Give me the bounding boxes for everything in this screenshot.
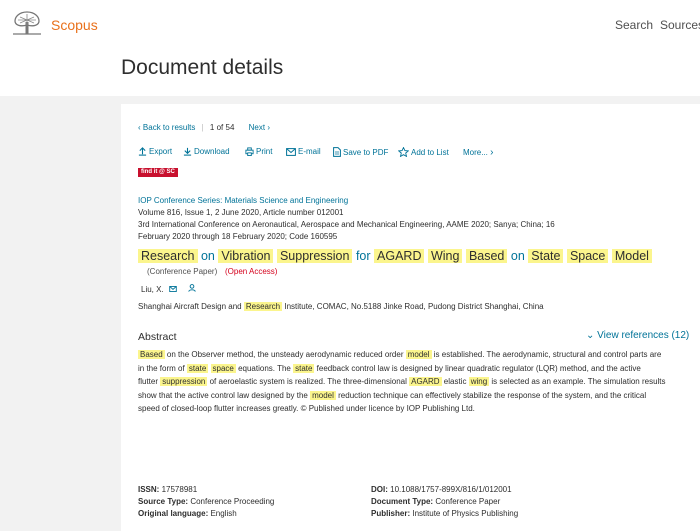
title-word: Based — [465, 249, 508, 263]
abstract-line: Based on the Observer method, the unstea… — [138, 348, 688, 362]
abstract-text-segment: in the form of — [138, 363, 187, 373]
title-word: Research — [138, 249, 198, 263]
abstract-text-segment: elastic — [441, 377, 469, 386]
abstract-text-segment: show that the active control law designe… — [138, 390, 311, 400]
open-access-badge[interactable]: (Open Access) — [225, 267, 277, 276]
source-type-field: Source Type: Conference Proceeding — [138, 497, 275, 506]
abstract-heading: Abstract — [138, 331, 177, 343]
document-type-badge: (Conference Paper) — [147, 267, 218, 276]
abstract-text-segment: flutter — [138, 377, 161, 386]
mail-icon — [286, 148, 296, 156]
abstract-line: flutter suppression of aeroelastic syste… — [138, 375, 688, 389]
result-navigation: ‹ Back to results | 1 of 54 Next › — [138, 123, 270, 132]
current-result: 1 — [209, 123, 215, 132]
abstract-text-segment: reduction technique can effectively stab… — [335, 390, 647, 400]
highlighted-term: model — [310, 390, 336, 400]
highlighted-term: AGARD — [409, 377, 442, 386]
abstract-text-segment: feedback control law is designed by line… — [314, 363, 641, 373]
abstract-text-segment: on the Observer method, the unsteady aer… — [164, 350, 406, 359]
document-card: ‹ Back to results | 1 of 54 Next › Expor… — [121, 104, 700, 470]
abstract-line: in the form of state space equations. Th… — [138, 362, 688, 376]
title-word: for — [355, 249, 371, 263]
add-to-list-button[interactable]: Add to List — [397, 146, 449, 158]
chevron-down-icon: ⌄ — [586, 330, 595, 341]
abstract-text-segment: is selected as an example. The simulatio… — [489, 377, 666, 386]
print-button[interactable]: Print — [245, 147, 272, 156]
title-word: Space — [566, 249, 609, 263]
highlighted-term: wing — [468, 377, 490, 386]
volume-info: Volume 816, Issue 1, 2 June 2020, Articl… — [138, 208, 344, 217]
issn-field: ISSN: 17578981 — [138, 485, 198, 494]
chevron-right-icon: › — [267, 123, 271, 132]
journal-link[interactable]: IOP Conference Series: Materials Science… — [138, 196, 348, 205]
language-field: Original language: English — [138, 509, 237, 518]
conference-info-line1: 3rd International Conference on Aeronaut… — [138, 220, 555, 229]
author-row: Liu, X. — [141, 284, 196, 294]
email-button[interactable]: E-mail — [286, 147, 321, 156]
next-result-link[interactable]: Next › — [249, 123, 270, 132]
title-word: on — [510, 249, 525, 263]
publisher-field: Publisher: Institute of Physics Publishi… — [371, 509, 519, 518]
abstract-line: speed of closed-loop flutter increases g… — [138, 402, 688, 416]
mail-icon[interactable] — [169, 286, 177, 293]
highlighted-term: model — [405, 350, 432, 359]
user-icon[interactable] — [188, 284, 196, 292]
find-it-button[interactable]: find it @ SC — [138, 168, 178, 177]
print-icon — [245, 147, 254, 156]
back-to-results-link[interactable]: ‹ Back to results — [138, 123, 198, 132]
highlighted-term: Based — [138, 350, 165, 359]
abstract-text: Based on the Observer method, the unstea… — [138, 348, 688, 416]
abstract-line: show that the active control law designe… — [138, 389, 688, 403]
separator: | — [201, 123, 204, 132]
elsevier-tree-logo-icon[interactable] — [10, 10, 44, 36]
page-title: Document details — [121, 56, 284, 79]
nav-sources-link[interactable]: Sources — [660, 18, 700, 32]
nav-search-link[interactable]: Search — [615, 18, 653, 32]
title-word: Model — [611, 249, 652, 263]
pdf-file-icon — [333, 147, 341, 157]
result-of-label: of — [216, 123, 224, 132]
document-metadata: ISSN: 17578981 Source Type: Conference P… — [121, 470, 700, 531]
more-button[interactable]: More... › — [463, 147, 493, 158]
title-word: AGARD — [374, 249, 425, 263]
highlighted-term: space — [210, 363, 236, 373]
abstract-text-segment: of aeroelastic system is realized. The t… — [207, 377, 410, 386]
title-word: Vibration — [218, 249, 274, 263]
title-word: Wing — [427, 249, 463, 263]
export-button[interactable]: Export — [138, 147, 172, 156]
abstract-text-segment: speed of closed-loop flutter increases g… — [138, 404, 475, 413]
star-icon — [397, 146, 410, 158]
abstract-text-segment: equations. The — [235, 363, 294, 373]
conference-info-line2: February 2020 through 18 February 2020; … — [138, 232, 338, 241]
view-references-link[interactable]: ⌄ View references (12) — [586, 330, 689, 341]
highlighted-term: suppression — [160, 377, 208, 386]
title-word: on — [200, 249, 215, 263]
document-title: Research on Vibration Suppression for AG… — [138, 249, 652, 263]
title-word: Suppression — [276, 249, 353, 263]
affiliation: Shanghai Aircraft Design and Research In… — [138, 302, 544, 311]
save-to-pdf-button[interactable]: Save to PDF — [333, 147, 388, 157]
scopus-brand[interactable]: Scopus — [51, 17, 98, 33]
download-icon — [183, 147, 192, 156]
highlighted-term: state — [293, 363, 315, 373]
download-button[interactable]: Download — [183, 147, 230, 156]
chevron-left-icon: ‹ — [138, 123, 141, 132]
highlighted-term: state — [186, 363, 209, 373]
abstract-text-segment: is established. The aerodynamic, structu… — [431, 350, 662, 359]
chevron-right-icon: › — [490, 147, 494, 158]
author-name[interactable]: Liu, X. — [141, 285, 164, 294]
title-word: State — [528, 249, 564, 263]
top-header: Scopus Search Sources Document details — [0, 0, 700, 96]
document-type-field: Document Type: Conference Paper — [371, 497, 501, 506]
total-results: 54 — [225, 123, 235, 132]
doi-field: DOI: 10.1088/1757-899X/816/1/012001 — [371, 485, 512, 494]
export-icon — [138, 147, 147, 156]
